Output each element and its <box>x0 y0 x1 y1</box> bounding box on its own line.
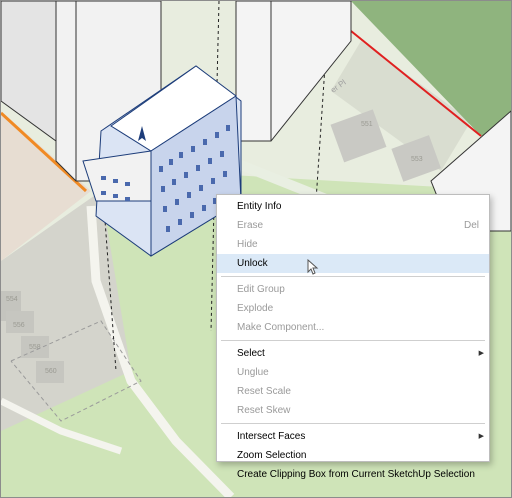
menu-item-label: Unlock <box>237 258 268 269</box>
context-menu: Entity Info Erase Del Hide Unlock Edit Group E… <box>216 194 490 480</box>
menu-item-reset-scale[interactable]: Reset Scale <box>217 382 489 401</box>
lot-number: 553 <box>411 156 423 163</box>
menu-item-label: Reset Skew <box>237 405 291 416</box>
menu-item-label: Entity Info <box>237 201 282 212</box>
menu-item-label: Edit Group <box>237 284 285 295</box>
menu-item-label: Reset Scale <box>237 386 291 397</box>
menu-item-create-clipping-box-from-current-sketchup-selection[interactable]: Create Clipping Box from Current SketchU… <box>217 465 489 484</box>
menu-item-reset-skew[interactable]: Reset Skew <box>217 401 489 420</box>
menu-item-label: Create Clipping Box from Current SketchU… <box>237 469 475 480</box>
menu-item-zoom-selection[interactable]: Zoom Selection <box>217 446 489 465</box>
menu-item-explode[interactable]: Explode <box>217 299 489 318</box>
menu-item-label: Hide <box>237 239 258 250</box>
lot-number: 560 <box>45 368 57 375</box>
menu-separator <box>221 423 485 424</box>
menu-separator <box>221 340 485 341</box>
menu-item-label: Explode <box>237 303 274 314</box>
lot-number: 554 <box>6 296 18 303</box>
lot-number: 558 <box>29 344 41 351</box>
menu-item-select[interactable]: Select ▶ <box>217 344 489 363</box>
lot-number: 556 <box>13 322 25 329</box>
menu-item-edit-group[interactable]: Edit Group <box>217 280 489 299</box>
submenu-arrow-icon: ▶ <box>478 433 484 440</box>
3d-viewport[interactable]: 554 556 558 560 551 553 er Pl Entity Inf… <box>0 0 512 498</box>
menu-separator <box>221 276 485 277</box>
menu-item-erase[interactable]: Erase Del <box>217 216 489 235</box>
menu-item-label: Erase <box>237 220 264 231</box>
arrow-cursor-icon <box>307 259 319 275</box>
menu-item-label: Intersect Faces <box>237 431 306 442</box>
menu-item-make-component[interactable]: Make Component... <box>217 318 489 337</box>
menu-item-unlock[interactable]: Unlock <box>217 254 489 273</box>
menu-item-hide[interactable]: Hide <box>217 235 489 254</box>
submenu-arrow-icon: ▶ <box>478 350 484 357</box>
lot-number: 551 <box>361 121 373 128</box>
menu-item-intersect-faces[interactable]: Intersect Faces ▶ <box>217 427 489 446</box>
menu-item-label: Unglue <box>237 367 269 378</box>
menu-shortcut: Del <box>463 220 479 231</box>
menu-item-label: Zoom Selection <box>237 450 307 461</box>
menu-item-entity-info[interactable]: Entity Info <box>217 197 489 216</box>
menu-item-unglue[interactable]: Unglue <box>217 363 489 382</box>
menu-item-label: Make Component... <box>237 322 325 333</box>
menu-item-label: Select <box>237 348 265 359</box>
